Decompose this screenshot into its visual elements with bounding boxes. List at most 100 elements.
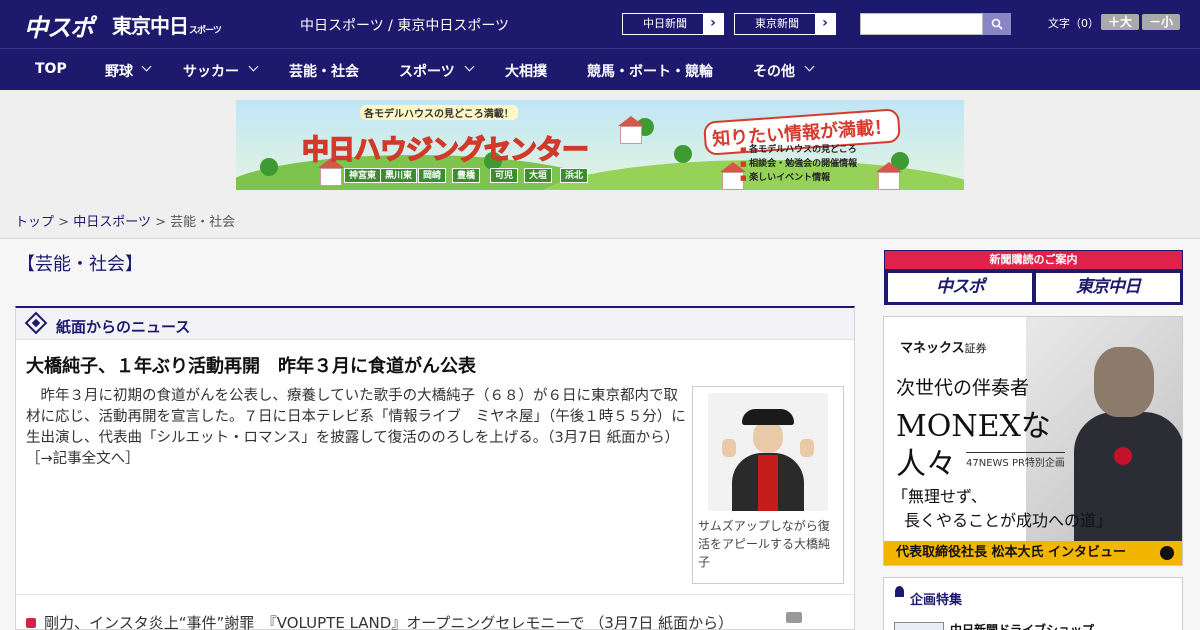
special-title: 企画特集 xyxy=(910,593,963,608)
subscribe-chunichi-sports[interactable]: 中スポ xyxy=(888,273,1032,302)
arrow-right-icon xyxy=(1160,546,1174,560)
pin-icon xyxy=(895,586,904,597)
panel-title: 紙面からのニュース xyxy=(56,318,191,336)
banner-list-item: 各モデルハウスの見どころ xyxy=(740,142,857,155)
photo-figure xyxy=(758,455,778,511)
chevron-down-icon[interactable] xyxy=(248,61,259,72)
font-smaller-button[interactable]: －小 xyxy=(1142,14,1180,30)
top-header: 中スポ 東京中日スポーツ 中日スポーツ / 東京中日スポーツ 中日新聞 › 東京… xyxy=(0,0,1200,48)
breadcrumb-separator: > xyxy=(155,215,166,230)
ad-line: 人々 xyxy=(896,447,956,482)
ad-quote: 長くやることが成功への道」 xyxy=(904,511,1113,530)
list-item[interactable]: 剛力、インスタ炎上“事件”謝罪 『VOLUPTE LAND』オープニングセレモニ… xyxy=(26,612,733,630)
rose-icon xyxy=(1114,447,1132,465)
search-button[interactable] xyxy=(983,13,1011,35)
tree-icon xyxy=(260,158,278,176)
ad-photo-figure xyxy=(1094,347,1154,417)
special-item[interactable]: 中日新聞ドライブショップ xyxy=(950,621,1094,630)
banner-list-item: 楽しいイベント情報 xyxy=(740,170,830,183)
house-icon xyxy=(878,172,900,190)
subscription-title: 新聞購読のご案内 xyxy=(885,251,1182,269)
article-photo-box[interactable]: サムズアップしながら復活をアピールする大橋純子 xyxy=(692,386,844,584)
ad-brand: マネックス証券 xyxy=(900,337,987,356)
paper-link-label: 東京新聞 xyxy=(755,17,799,30)
nav-item-top[interactable]: TOP xyxy=(35,61,67,77)
chevron-down-icon[interactable] xyxy=(804,61,815,72)
photo-caption: サムズアップしながら復活をアピールする大橋純子 xyxy=(698,519,831,569)
read-more-link[interactable]: ［→記事全文へ］ xyxy=(26,451,140,467)
article-photo xyxy=(708,393,828,511)
banner-city: 浜北 xyxy=(560,168,589,183)
banner-city: 大垣 xyxy=(524,168,553,183)
ad-footer-text: 代表取締役社長 松本大氏 インタビュー xyxy=(896,545,1127,560)
breadcrumb-top[interactable]: トップ xyxy=(15,215,54,230)
tree-icon xyxy=(674,145,692,163)
paper-news-panel: 紙面からのニュース 大橋純子、１年ぶり活動再開 昨年３月に食道がん公表 昨年３月… xyxy=(15,306,855,630)
divider xyxy=(16,594,854,595)
article-summary: 昨年３月に初期の食道がんを公表し、療養していた歌手の大橋純子（６８）が６日に東京… xyxy=(26,386,686,470)
nav-item-sumo[interactable]: 大相撲 xyxy=(505,61,547,81)
nav-item-racing[interactable]: 競馬・ボート・競輪 xyxy=(587,61,713,81)
search-input[interactable] xyxy=(860,13,983,35)
ad-quote: 「無理せず、 xyxy=(892,487,987,506)
photo-figure xyxy=(753,421,783,453)
article-body: 昨年３月に初期の食道がんを公表し、療養していた歌手の大橋純子（６８）が６日に東京… xyxy=(26,388,686,446)
chevron-right-icon: › xyxy=(703,14,723,34)
banner-city: 可児 xyxy=(490,168,519,183)
camera-icon xyxy=(786,612,802,623)
font-size-label: 文字（0） xyxy=(1048,17,1099,30)
nav-item-other[interactable]: その他 xyxy=(753,61,795,81)
ad-pr-label: 47NEWS PR特別企画 xyxy=(966,452,1065,469)
tokyo-chunichi-logo[interactable]: 東京中日スポーツ xyxy=(112,10,222,39)
house-roof xyxy=(876,162,902,172)
newspaper-icon xyxy=(24,311,48,335)
nav-item-baseball[interactable]: 野球 xyxy=(105,61,133,81)
special-features-box: 企画特集 中日新聞ドライブショップ xyxy=(883,577,1183,630)
ad-footer[interactable]: 代表取締役社長 松本大氏 インタビュー xyxy=(884,541,1182,565)
photo-figure xyxy=(722,439,736,457)
article-headline[interactable]: 大橋純子、１年ぶり活動再開 昨年３月に食道がん公表 xyxy=(26,352,476,378)
housing-center-banner[interactable]: 各モデルハウスの見どころ満載！ 中日ハウジングセンター 神宮東 黒川東 岡崎 豊… xyxy=(236,100,964,190)
site-name: 中日スポーツ / 東京中日スポーツ xyxy=(300,18,510,34)
ad-brand-suffix: 証券 xyxy=(964,342,987,355)
tokyo-shimbun-link[interactable]: 東京新聞 › xyxy=(734,13,836,35)
chunichi-sports-logo[interactable]: 中スポ xyxy=(24,8,94,43)
breadcrumb-chunichi-sports[interactable]: 中日スポーツ xyxy=(73,215,151,230)
breadcrumb-separator: > xyxy=(58,215,70,230)
chevron-down-icon[interactable] xyxy=(464,61,475,72)
bullet-icon xyxy=(26,618,36,628)
tokyo-logo-text: 東京中日 xyxy=(112,14,189,38)
house-roof xyxy=(618,116,644,126)
nav-item-entertainment[interactable]: 芸能・社会 xyxy=(289,61,359,81)
nav-item-soccer[interactable]: サッカー xyxy=(183,61,239,81)
banner-city: 岡崎 xyxy=(418,168,447,183)
page-title: 【芸能・社会】 xyxy=(17,254,143,275)
monex-ad[interactable]: マネックス証券 次世代の伴奏者 MONEXな 人々 47NEWS PR特別企画 … xyxy=(883,316,1183,566)
banner-city: 神宮東 xyxy=(344,168,382,183)
house-icon xyxy=(620,126,642,144)
tokyo-logo-small: スポーツ xyxy=(189,26,222,36)
paper-link-label: 中日新聞 xyxy=(643,17,687,30)
font-larger-button[interactable]: ＋大 xyxy=(1101,14,1139,30)
main-nav: TOP 野球 サッカー 芸能・社会 スポーツ 大相撲 競馬・ボート・競輪 その他 xyxy=(0,48,1200,90)
banner-title: 中日ハウジングセンター xyxy=(301,134,590,167)
ad-brand-name: マネックス xyxy=(900,341,965,356)
search-icon xyxy=(991,18,1003,30)
subscribe-tokyo-chunichi[interactable]: 東京中日 xyxy=(1036,273,1180,302)
breadcrumb-current: 芸能・社会 xyxy=(170,215,236,230)
subscription-box: 新聞購読のご案内 中スポ 東京中日 xyxy=(884,250,1183,305)
nav-item-sports[interactable]: スポーツ xyxy=(399,61,455,81)
breadcrumb: トップ > 中日スポーツ > 芸能・社会 xyxy=(15,211,235,230)
news-item-text: 剛力、インスタ炎上“事件”謝罪 『VOLUPTE LAND』オープニングセレモニ… xyxy=(44,614,734,630)
panel-header: 紙面からのニュース xyxy=(16,308,854,340)
chunichi-shimbun-link[interactable]: 中日新聞 › xyxy=(622,13,724,35)
banner-list-item: 相談会・勉強会の開催情報 xyxy=(740,156,857,169)
banner-city: 黒川東 xyxy=(380,168,418,183)
ad-line: 次世代の伴奏者 xyxy=(896,377,1030,399)
photo-figure xyxy=(800,439,814,457)
chevron-right-icon: › xyxy=(815,14,835,34)
photo-figure xyxy=(742,409,794,425)
chevron-down-icon[interactable] xyxy=(141,61,152,72)
house-icon xyxy=(320,168,342,186)
special-thumbnail[interactable] xyxy=(894,622,944,630)
